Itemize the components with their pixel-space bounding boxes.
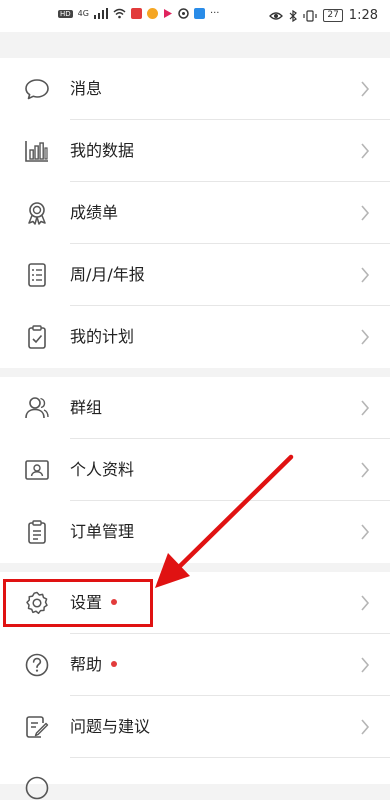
menu-group-1: 消息 我的数据 成绩单 周/月/年报 我的计划: [0, 58, 390, 368]
signal-icon: [93, 8, 108, 19]
menu-item-my-data[interactable]: 我的数据: [0, 120, 390, 182]
status-bar: HD 4G ··· 27 1:28: [0, 0, 390, 32]
annotation-highlight-box: [3, 579, 153, 627]
menu-item-label: 消息: [70, 79, 103, 98]
hd-icon: HD: [58, 9, 73, 18]
chevron-right-icon: [361, 81, 370, 97]
medal-icon: [28, 202, 46, 225]
menu-item-groups[interactable]: 群组: [0, 377, 390, 439]
vibrate-icon: [303, 9, 317, 22]
order-icon: [28, 520, 46, 544]
menu-item-label: 群组: [70, 398, 103, 417]
more-icon: ···: [209, 8, 220, 19]
wifi-icon: [113, 8, 126, 19]
chevron-right-icon: [361, 719, 370, 735]
menu-item-transcript[interactable]: 成绩单: [0, 182, 390, 244]
menu-item-label: 个人资料: [70, 460, 135, 479]
menu-item-feedback[interactable]: 问题与建议: [0, 696, 390, 758]
menu-item-messages[interactable]: 消息: [0, 58, 390, 120]
battery-icon: 27: [323, 9, 343, 22]
chevron-right-icon: [361, 595, 370, 611]
menu-item-label: 周/月/年报: [70, 265, 145, 284]
menu-group-2: 群组 个人资料 订单管理: [0, 377, 390, 563]
bar-chart-icon: [25, 141, 48, 162]
notification-dot: [111, 660, 118, 667]
help-icon: [25, 653, 49, 677]
weibo-icon: [146, 8, 158, 19]
chevron-right-icon: [361, 400, 370, 416]
partial-icon: [25, 776, 49, 800]
menu-item-orders[interactable]: 订单管理: [0, 501, 390, 563]
report-icon: [28, 263, 46, 287]
menu-item-reports[interactable]: 周/月/年报: [0, 244, 390, 306]
bluetooth-icon: [289, 9, 298, 22]
chevron-right-icon: [361, 329, 370, 345]
menu-item-my-plan[interactable]: 我的计划: [0, 306, 390, 368]
menu-item-label: 订单管理: [70, 522, 135, 541]
chevron-right-icon: [361, 462, 370, 478]
eye-icon: [269, 11, 284, 20]
menu-item-label: 帮助: [70, 654, 118, 676]
menu-item-profile[interactable]: 个人资料: [0, 439, 390, 501]
chevron-right-icon: [361, 143, 370, 159]
menu-item-label: 我的数据: [70, 141, 135, 160]
group-icon: [25, 397, 49, 419]
chevron-right-icon: [361, 267, 370, 283]
network-type: 4G: [77, 9, 89, 18]
menu-item-label: 问题与建议: [70, 717, 151, 736]
camera-icon: [178, 8, 189, 19]
feedback-icon: [26, 716, 49, 738]
profile-card-icon: [25, 460, 49, 480]
menu-item-help[interactable]: 帮助: [0, 634, 390, 696]
status-right: 27 1:28: [269, 8, 378, 23]
menu-item-label: 成绩单: [70, 203, 119, 222]
app-icon-blue: [193, 8, 205, 19]
chevron-right-icon: [361, 657, 370, 673]
plan-icon: [28, 325, 46, 349]
status-left: HD 4G ···: [58, 8, 220, 19]
message-icon: [25, 79, 49, 100]
clock: 1:28: [348, 8, 378, 23]
chevron-right-icon: [361, 205, 370, 221]
app-icon-red: [130, 8, 142, 19]
video-icon: [163, 9, 172, 18]
chevron-right-icon: [361, 524, 370, 540]
menu-item-label: 我的计划: [70, 327, 135, 346]
